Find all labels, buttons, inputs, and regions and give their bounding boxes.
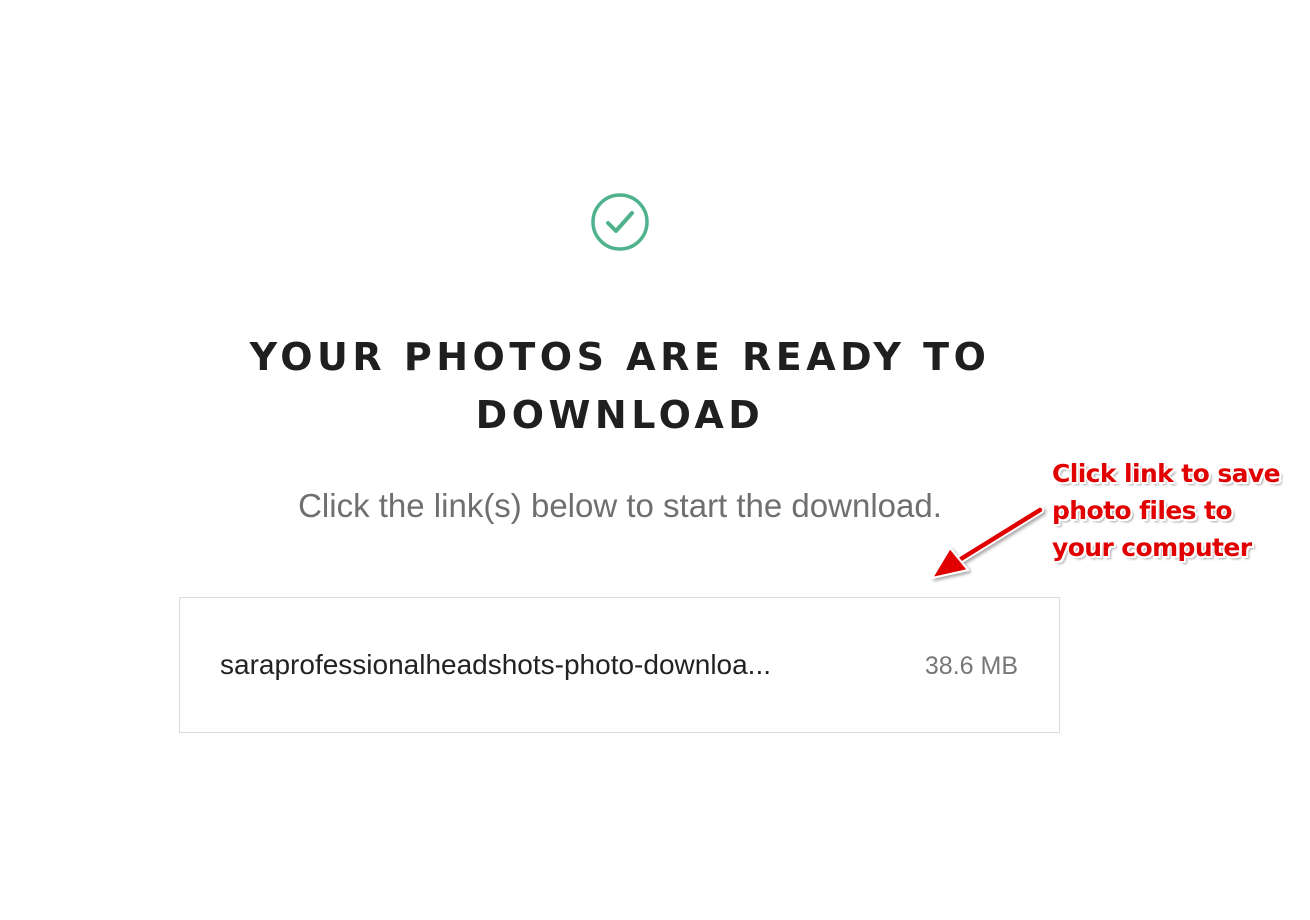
- annotation-line-2: photo files to: [1052, 496, 1233, 525]
- check-circle-icon: [591, 193, 649, 251]
- download-page: YOUR PHOTOS ARE READY TO DOWNLOAD Click …: [0, 0, 1310, 920]
- arrow-icon: [931, 506, 1044, 579]
- download-link-row[interactable]: saraprofessionalheadshots-photo-downloa.…: [179, 597, 1060, 733]
- annotation-callout: Click link to save photo files to your c…: [1052, 455, 1302, 566]
- page-title: YOUR PHOTOS ARE READY TO DOWNLOAD: [200, 328, 1040, 444]
- page-title-line1: YOUR PHOTOS ARE READY TO: [249, 335, 991, 379]
- page-title-line2: DOWNLOAD: [475, 393, 765, 437]
- annotation-line-1: Click link to save: [1052, 459, 1281, 488]
- annotation-line-3: your computer: [1052, 533, 1252, 562]
- download-file-size: 38.6 MB: [924, 652, 1018, 680]
- page-subtitle: Click the link(s) below to start the dow…: [298, 487, 942, 524]
- download-file-name[interactable]: saraprofessionalheadshots-photo-downloa.…: [220, 645, 860, 685]
